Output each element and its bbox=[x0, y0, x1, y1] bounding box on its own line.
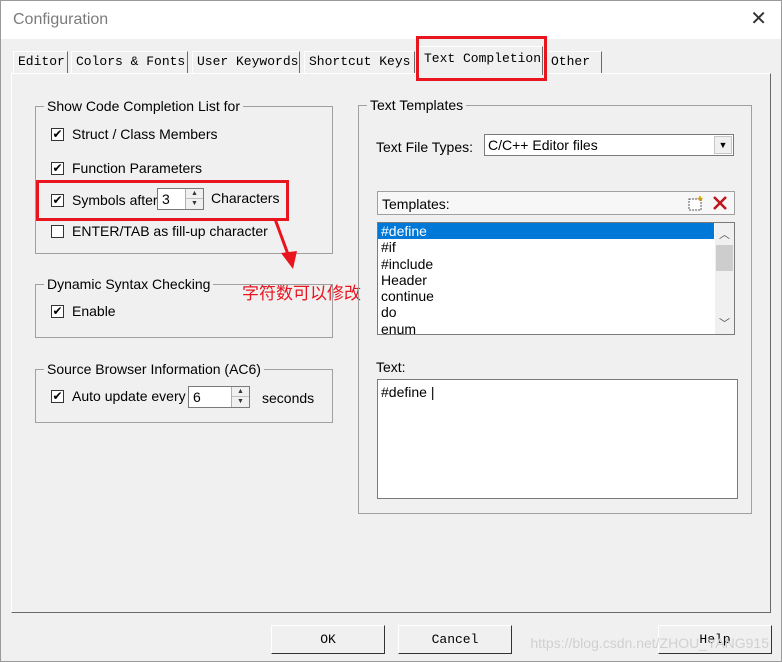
tab-label: User Keywords bbox=[197, 54, 299, 69]
tab-other[interactable]: Other bbox=[546, 51, 602, 73]
tab-shortcut-keys[interactable]: Shortcut Keys bbox=[304, 51, 415, 73]
tab-highlight-box bbox=[416, 36, 547, 81]
tab-label: Colors & Fonts bbox=[76, 54, 186, 69]
tab-colors-fonts[interactable]: Colors & Fonts bbox=[71, 51, 188, 73]
tab-user-keywords[interactable]: User Keywords bbox=[192, 51, 300, 73]
close-icon[interactable]: ✕ bbox=[750, 9, 767, 29]
tab-label: Editor bbox=[18, 54, 65, 69]
configuration-dialog: Configuration ✕ Editor Colors & Fonts Us… bbox=[0, 0, 782, 662]
cancel-button[interactable]: Cancel bbox=[398, 625, 512, 654]
tab-label: Other bbox=[551, 54, 591, 69]
watermark: https://blog.csdn.net/ZHOU_YANG915 bbox=[530, 635, 769, 651]
window-title: Configuration bbox=[13, 11, 109, 28]
tab-label: Shortcut Keys bbox=[309, 54, 411, 69]
tab-editor[interactable]: Editor bbox=[13, 51, 68, 73]
title-bar: Configuration ✕ bbox=[1, 1, 781, 39]
tab-panel bbox=[11, 73, 771, 613]
ok-button[interactable]: OK bbox=[271, 625, 385, 654]
